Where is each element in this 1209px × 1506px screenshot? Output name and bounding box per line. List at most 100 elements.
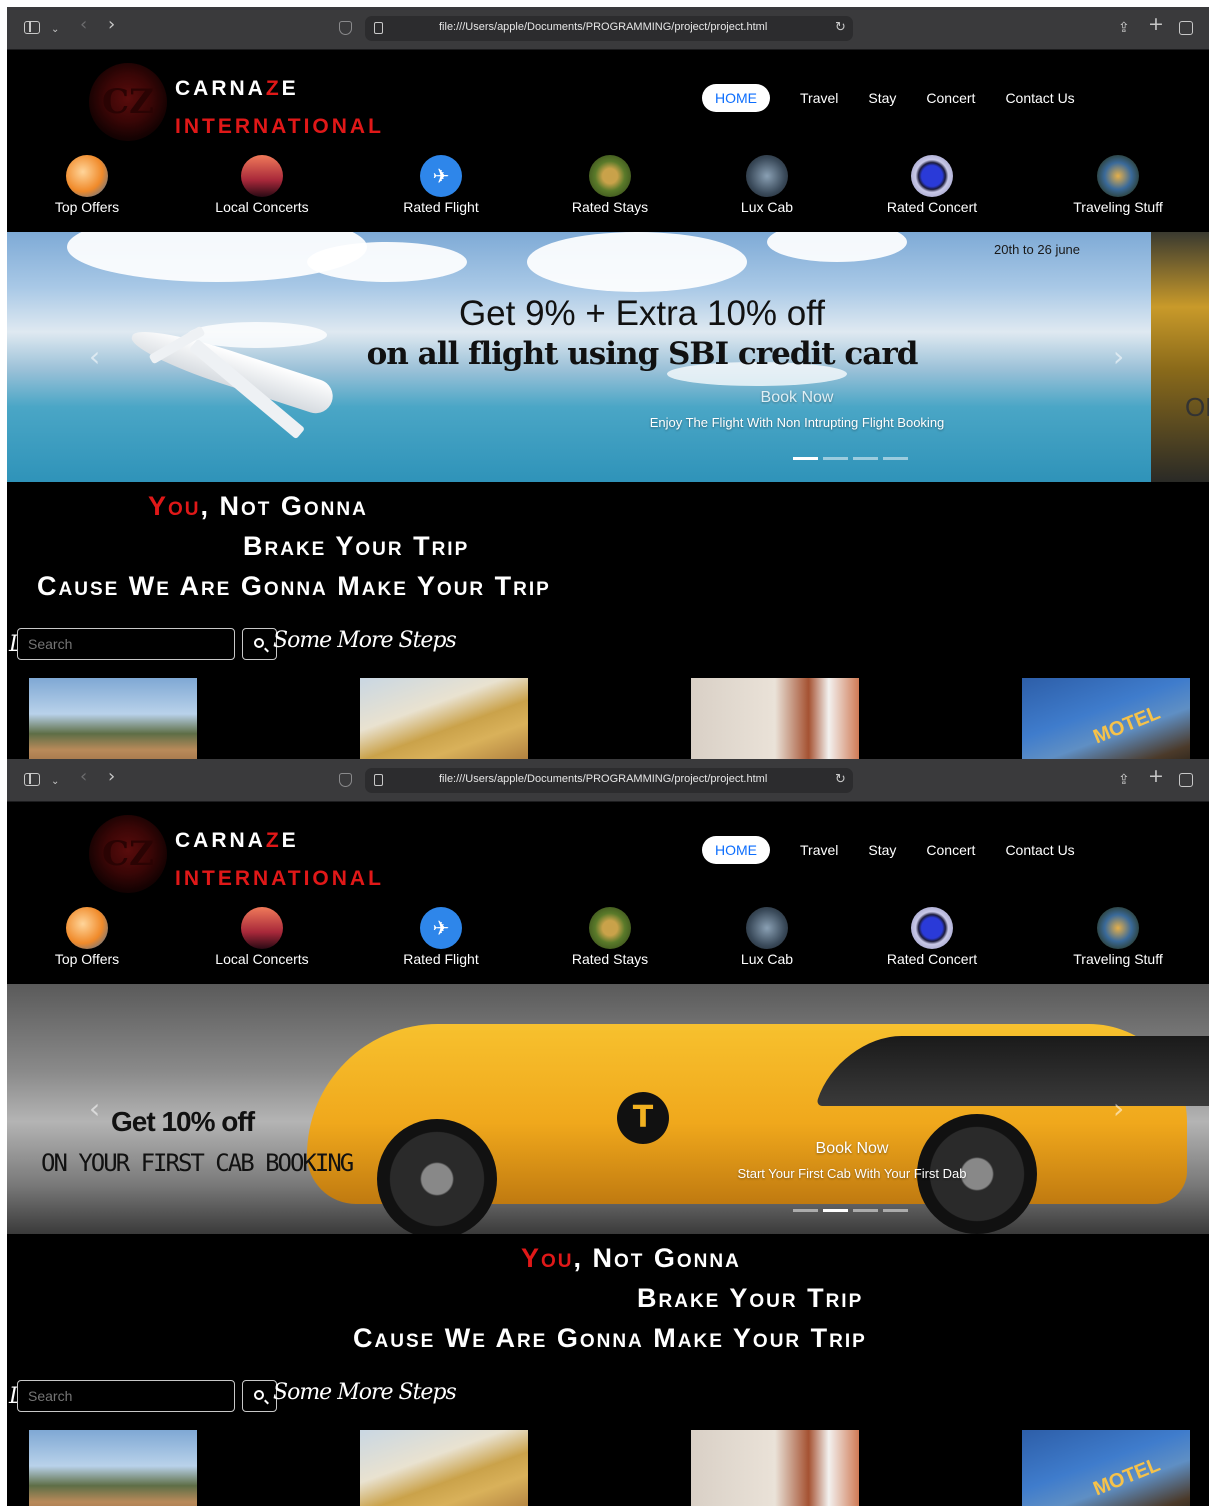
nav-concert[interactable]: Concert bbox=[926, 90, 975, 106]
search-button[interactable] bbox=[242, 1380, 277, 1412]
local-concerts-icon bbox=[241, 155, 283, 197]
web-page: CZ CARNAZE INTERNATIONAL HOME Travel Sta… bbox=[7, 803, 1209, 1506]
share-icon[interactable]: ⇪ bbox=[1118, 20, 1130, 36]
carousel-next-icon[interactable]: › bbox=[1113, 340, 1124, 373]
tab-overview-icon[interactable] bbox=[1179, 773, 1193, 787]
logo-emblem: CZ bbox=[89, 815, 167, 893]
search-input[interactable] bbox=[17, 628, 235, 660]
tagline: You, Not Gonna Brake Your Trip Cause We … bbox=[37, 491, 551, 601]
nav-home[interactable]: HOME bbox=[702, 836, 770, 864]
chevron-down-icon[interactable]: ⌄ bbox=[51, 22, 59, 38]
brand-name: CARNAZE bbox=[175, 829, 299, 852]
category-lux-cab[interactable]: Lux Cab bbox=[697, 907, 837, 967]
thumbnail-opera-house[interactable] bbox=[360, 678, 528, 759]
category-traveling-stuff[interactable]: Traveling Stuff bbox=[1048, 155, 1188, 215]
carousel-indicators bbox=[793, 457, 913, 460]
indicator-2[interactable] bbox=[823, 1209, 848, 1212]
airplane-icon: ✈ bbox=[420, 907, 462, 949]
category-strip: Top Offers Local Concerts ✈ Rated Flight… bbox=[7, 907, 1209, 983]
search-row: L Some More Steps bbox=[7, 1380, 607, 1420]
tagline: You, Not Gonna Brake Your Trip Cause We … bbox=[353, 1243, 867, 1353]
hero-carousel[interactable]: 20th to 26 june Get 9% + Extra 10% off o… bbox=[7, 232, 1209, 482]
back-icon[interactable]: ‹ bbox=[80, 16, 87, 34]
nav-contact-us[interactable]: Contact Us bbox=[1005, 842, 1074, 858]
new-tab-icon[interactable]: + bbox=[1148, 767, 1164, 786]
indicator-3[interactable] bbox=[853, 457, 878, 460]
nav-stay[interactable]: Stay bbox=[868, 90, 896, 106]
indicator-2[interactable] bbox=[823, 457, 848, 460]
category-rated-concert[interactable]: Rated Concert bbox=[862, 155, 1002, 215]
carousel-next-icon[interactable]: › bbox=[1113, 1092, 1124, 1125]
indicator-4[interactable] bbox=[883, 457, 908, 460]
thumbnail-town[interactable] bbox=[29, 678, 197, 759]
nav-home[interactable]: HOME bbox=[702, 84, 770, 112]
forward-icon[interactable]: › bbox=[108, 768, 115, 786]
nav-concert[interactable]: Concert bbox=[926, 842, 975, 858]
local-concerts-icon bbox=[241, 907, 283, 949]
thumbnail-room[interactable] bbox=[691, 1430, 859, 1506]
next-slide-peek: ON bbox=[1151, 232, 1209, 482]
traveling-stuff-icon bbox=[1097, 155, 1139, 197]
privacy-shield-icon[interactable] bbox=[339, 773, 352, 787]
category-rated-stays[interactable]: Rated Stays bbox=[540, 155, 680, 215]
url-text[interactable]: file:///Users/apple/Documents/PROGRAMMIN… bbox=[439, 21, 767, 33]
privacy-shield-icon[interactable] bbox=[339, 21, 352, 35]
slide-caption: Book Now Start Your First Cab With Your … bbox=[707, 1140, 997, 1181]
nav-stay[interactable]: Stay bbox=[868, 842, 896, 858]
thumbnail-row: MOTEL bbox=[7, 1430, 1209, 1506]
thumbnail-opera-house[interactable] bbox=[360, 1430, 528, 1506]
thumbnail-room[interactable] bbox=[691, 678, 859, 759]
cab-offer-subheadline: ON YOUR FIRST CAB BOOKING bbox=[41, 1149, 354, 1177]
carousel-prev-icon[interactable]: ‹ bbox=[89, 1092, 100, 1125]
forward-icon[interactable]: › bbox=[108, 16, 115, 34]
sidebar-toggle-icon[interactable] bbox=[24, 21, 40, 34]
nav-travel[interactable]: Travel bbox=[800, 842, 838, 858]
address-bar[interactable]: file:///Users/apple/Documents/PROGRAMMIN… bbox=[365, 768, 853, 793]
tab-overview-icon[interactable] bbox=[1179, 21, 1193, 35]
address-bar[interactable]: file:///Users/apple/Documents/PROGRAMMIN… bbox=[365, 16, 853, 41]
chevron-down-icon[interactable]: ⌄ bbox=[51, 774, 59, 790]
category-rated-stays[interactable]: Rated Stays bbox=[540, 907, 680, 967]
nav-travel[interactable]: Travel bbox=[800, 90, 838, 106]
sidebar-toggle-icon[interactable] bbox=[24, 773, 40, 786]
share-icon[interactable]: ⇪ bbox=[1118, 772, 1130, 788]
category-lux-cab[interactable]: Lux Cab bbox=[697, 155, 837, 215]
indicator-3[interactable] bbox=[853, 1209, 878, 1212]
offer-date: 20th to 26 june bbox=[994, 242, 1081, 257]
category-rated-flight[interactable]: ✈ Rated Flight bbox=[371, 907, 511, 967]
book-now-link[interactable]: Book Now bbox=[707, 1140, 997, 1158]
url-text[interactable]: file:///Users/apple/Documents/PROGRAMMIN… bbox=[439, 773, 767, 785]
category-rated-concert[interactable]: Rated Concert bbox=[862, 907, 1002, 967]
category-traveling-stuff[interactable]: Traveling Stuff bbox=[1048, 907, 1188, 967]
indicator-4[interactable] bbox=[883, 1209, 908, 1212]
new-tab-icon[interactable]: + bbox=[1148, 15, 1164, 34]
reload-icon[interactable]: ↻ bbox=[835, 772, 846, 787]
indicator-1[interactable] bbox=[793, 457, 818, 460]
page-icon bbox=[374, 774, 383, 786]
category-rated-flight[interactable]: ✈ Rated Flight bbox=[371, 155, 511, 215]
book-now-link[interactable]: Book Now bbox=[607, 389, 987, 407]
thumbnail-motel[interactable]: MOTEL bbox=[1022, 678, 1190, 759]
category-top-offers[interactable]: Top Offers bbox=[17, 155, 157, 215]
thumbnail-motel[interactable]: MOTEL bbox=[1022, 1430, 1190, 1506]
category-local-concerts[interactable]: Local Concerts bbox=[192, 155, 332, 215]
nav-contact-us[interactable]: Contact Us bbox=[1005, 90, 1074, 106]
hero-carousel[interactable]: T Get 10% off ON YOUR FIRST CAB BOOKING … bbox=[7, 984, 1209, 1234]
search-input[interactable] bbox=[17, 1380, 235, 1412]
cab-offer-headline: Get 10% off bbox=[111, 1106, 255, 1137]
lux-cab-icon bbox=[746, 907, 788, 949]
browser-window-a: ⌄ ‹ › file:///Users/apple/Documents/PROG… bbox=[7, 7, 1209, 759]
carousel-prev-icon[interactable]: ‹ bbox=[89, 340, 100, 373]
category-local-concerts[interactable]: Local Concerts bbox=[192, 907, 332, 967]
top-offers-icon bbox=[66, 907, 108, 949]
browser-toolbar: ⌄ ‹ › file:///Users/apple/Documents/PROG… bbox=[7, 7, 1209, 50]
search-icon bbox=[254, 1390, 264, 1400]
reload-icon[interactable]: ↻ bbox=[835, 20, 846, 35]
thumbnail-town[interactable] bbox=[29, 1430, 197, 1506]
flight-offer-slide: 20th to 26 june Get 9% + Extra 10% off o… bbox=[7, 232, 1151, 482]
carousel-indicators bbox=[793, 1209, 913, 1212]
category-top-offers[interactable]: Top Offers bbox=[17, 907, 157, 967]
back-icon[interactable]: ‹ bbox=[80, 768, 87, 786]
search-button[interactable] bbox=[242, 628, 277, 660]
indicator-1[interactable] bbox=[793, 1209, 818, 1212]
